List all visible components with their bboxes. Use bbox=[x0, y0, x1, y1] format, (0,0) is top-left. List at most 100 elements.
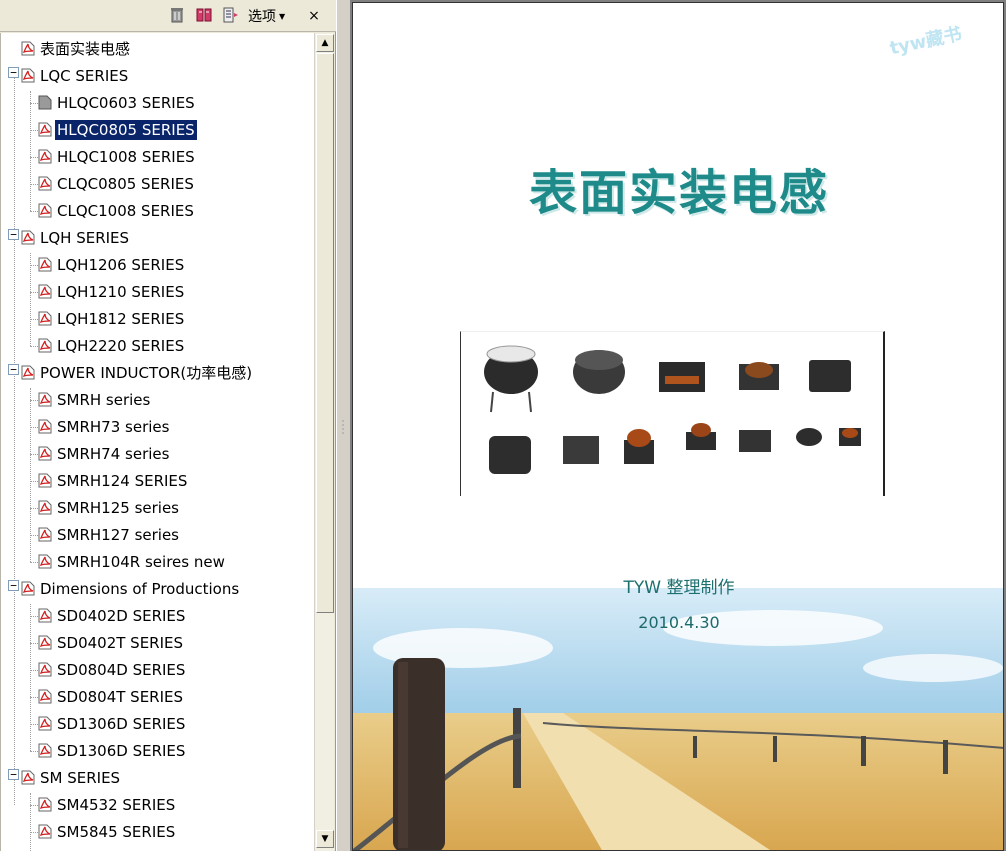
bookmark-label: SMRH125 series bbox=[57, 498, 179, 517]
bookmark-label: HLQC1008 SERIES bbox=[57, 147, 195, 166]
bookmark-item[interactable]: SD0402D SERIES bbox=[38, 602, 187, 629]
bookmark-item[interactable]: LQH2220 SERIES bbox=[38, 332, 186, 359]
bookmark-label: CLQC0805 SERIES bbox=[57, 174, 194, 193]
pdf-bookmark-icon bbox=[38, 500, 52, 515]
scroll-up-icon[interactable]: ▲ bbox=[316, 34, 334, 52]
bookmark-label: SM5845 SERIES bbox=[57, 822, 176, 841]
bookmark-label: LQH SERIES bbox=[40, 228, 130, 247]
bookmark-label: SD0804D SERIES bbox=[57, 660, 186, 679]
new-bookmark-icon[interactable] bbox=[195, 6, 213, 24]
bookmark-label: SD1306D SERIES bbox=[57, 741, 186, 760]
bookmark-label: HLQC0603 SERIES bbox=[57, 93, 195, 112]
pdf-bookmark-icon bbox=[38, 446, 52, 461]
bookmark-root[interactable]: 表面实装电感 bbox=[21, 35, 132, 62]
bookmark-item[interactable]: SMRH124 SERIES bbox=[38, 467, 189, 494]
pdf-bookmark-icon bbox=[38, 122, 52, 137]
bookmark-label: SMRH104R seires new bbox=[57, 552, 225, 571]
splitter-grip-icon: · · · · bbox=[341, 417, 345, 438]
pdf-bookmark-icon bbox=[38, 554, 52, 569]
bookmark-item[interactable]: CLQC0805 SERIES bbox=[38, 170, 196, 197]
bookmark-item[interactable]: LQH1812 SERIES bbox=[38, 305, 186, 332]
bookmark-label: POWER INDUCTOR(功率电感) bbox=[40, 364, 253, 382]
bookmark-label: SMRH124 SERIES bbox=[57, 471, 188, 490]
delete-bookmark-icon[interactable] bbox=[168, 6, 186, 24]
bookmark-label: SD0804T SERIES bbox=[57, 687, 184, 706]
pdf-bookmark-icon bbox=[38, 149, 52, 164]
collapse-toggle[interactable]: − bbox=[8, 364, 19, 375]
bookmark-item[interactable]: SMRH125 series bbox=[38, 494, 181, 521]
bookmarks-panel: 选项 ▼ × 表面实装电感 − LQC SERIES HLQC0603 SERI… bbox=[0, 0, 336, 851]
bookmark-label: SM SERIES bbox=[40, 768, 121, 787]
scroll-down-icon[interactable]: ▼ bbox=[316, 830, 334, 848]
bookmark-properties-icon[interactable] bbox=[222, 6, 240, 24]
pdf-bookmark-icon bbox=[38, 176, 52, 191]
collapse-toggle[interactable]: − bbox=[8, 229, 19, 240]
bookmark-label: SMRH127 series bbox=[57, 525, 179, 544]
bookmark-item[interactable]: SMRH127 series bbox=[38, 521, 181, 548]
bookmark-item[interactable]: SM5845 SERIES bbox=[38, 818, 177, 845]
scrollbar-thumb[interactable] bbox=[316, 53, 334, 613]
pdf-bookmark-icon bbox=[21, 770, 35, 785]
collapse-toggle[interactable]: − bbox=[8, 67, 19, 78]
bookmark-item-selected[interactable]: HLQC0805 SERIES bbox=[38, 116, 198, 143]
bookmark-item[interactable]: SMRH74 series bbox=[38, 440, 171, 467]
bookmarks-toolbar: 选项 ▼ × bbox=[0, 0, 336, 32]
pdf-bookmark-icon bbox=[38, 716, 52, 731]
credit-text: TYW 整理制作 bbox=[623, 578, 735, 598]
pdf-bookmark-icon bbox=[38, 338, 52, 353]
bookmark-item[interactable]: LQH1210 SERIES bbox=[38, 278, 186, 305]
bookmark-item[interactable]: SMRH series bbox=[38, 386, 152, 413]
chevron-down-icon: ▼ bbox=[279, 11, 286, 21]
pdf-bookmark-icon bbox=[38, 473, 52, 488]
bookmark-item[interactable]: HLQC0603 SERIES bbox=[38, 89, 197, 116]
bookmark-sm-series[interactable]: SM SERIES bbox=[21, 764, 122, 791]
bookmark-item[interactable]: SD0402T SERIES bbox=[38, 629, 185, 656]
options-menu-button[interactable]: 选项 ▼ bbox=[248, 6, 285, 26]
bookmark-item[interactable]: LQH1206 SERIES bbox=[38, 251, 186, 278]
bookmark-tree: 表面实装电感 − LQC SERIES HLQC0603 SERIES HLQC… bbox=[0, 33, 314, 851]
bookmark-dimensions[interactable]: Dimensions of Productions bbox=[21, 575, 241, 602]
pdf-bookmark-icon bbox=[38, 635, 52, 650]
bookmark-item[interactable]: SD0804D SERIES bbox=[38, 656, 187, 683]
pdf-bookmark-icon bbox=[21, 68, 35, 83]
bookmarks-scrollbar[interactable]: ▲ ▼ bbox=[314, 33, 334, 851]
bookmark-lqh-series[interactable]: LQH SERIES bbox=[21, 224, 131, 251]
bookmark-item[interactable]: SD1306D SERIES bbox=[38, 737, 187, 764]
close-panel-button[interactable]: × bbox=[306, 6, 322, 26]
bookmark-label: LQH1210 SERIES bbox=[57, 282, 185, 301]
bookmark-label: LQH1812 SERIES bbox=[57, 309, 185, 328]
pdf-bookmark-icon bbox=[38, 608, 52, 623]
document-view[interactable]: tyw藏书 表面实装电感 TYW 整理制作 2010.4.30 bbox=[350, 0, 1006, 851]
bookmark-item[interactable]: SM4532 SERIES bbox=[38, 791, 177, 818]
bookmark-power-inductor[interactable]: POWER INDUCTOR(功率电感) bbox=[21, 359, 254, 386]
collapse-toggle[interactable]: − bbox=[8, 769, 19, 780]
pdf-bookmark-icon bbox=[38, 311, 52, 326]
inductor-photo bbox=[460, 331, 885, 496]
page-date: 2010.4.30 bbox=[638, 613, 720, 632]
collapse-toggle[interactable]: − bbox=[8, 580, 19, 591]
bookmark-label: HLQC0805 SERIES bbox=[54, 118, 198, 141]
bookmark-lqc-series[interactable]: LQC SERIES bbox=[21, 62, 130, 89]
page-bookmark-icon bbox=[38, 95, 52, 110]
pdf-bookmark-icon bbox=[38, 824, 52, 839]
bookmark-label: 表面实装电感 bbox=[40, 40, 131, 58]
bookmark-label: Dimensions of Productions bbox=[40, 579, 240, 598]
bookmark-item[interactable]: HLQC1008 SERIES bbox=[38, 143, 197, 170]
bookmark-label: SD0402T SERIES bbox=[57, 633, 184, 652]
watermark-logo: tyw藏书 bbox=[887, 23, 964, 60]
bookmark-label: LQH1206 SERIES bbox=[57, 255, 185, 274]
bookmark-label: SMRH series bbox=[57, 390, 151, 409]
bookmark-label: SM4532 SERIES bbox=[57, 795, 176, 814]
pdf-bookmark-icon bbox=[21, 230, 35, 245]
bookmark-item[interactable]: SMRH73 series bbox=[38, 413, 171, 440]
bookmark-item[interactable]: SMRH104R seires new bbox=[38, 548, 227, 575]
bookmark-label: SMRH73 series bbox=[57, 417, 170, 436]
bookmark-item[interactable]: CLQC1008 SERIES bbox=[38, 197, 196, 224]
pdf-bookmark-icon bbox=[38, 797, 52, 812]
bookmark-item[interactable]: SD0804T SERIES bbox=[38, 683, 185, 710]
pdf-bookmark-icon bbox=[38, 419, 52, 434]
panel-splitter[interactable]: · · · · bbox=[336, 0, 350, 851]
bookmark-item[interactable]: SD1306D SERIES bbox=[38, 710, 187, 737]
pdf-page: tyw藏书 表面实装电感 TYW 整理制作 2010.4.30 bbox=[352, 2, 1004, 851]
pdf-bookmark-icon bbox=[21, 365, 35, 380]
